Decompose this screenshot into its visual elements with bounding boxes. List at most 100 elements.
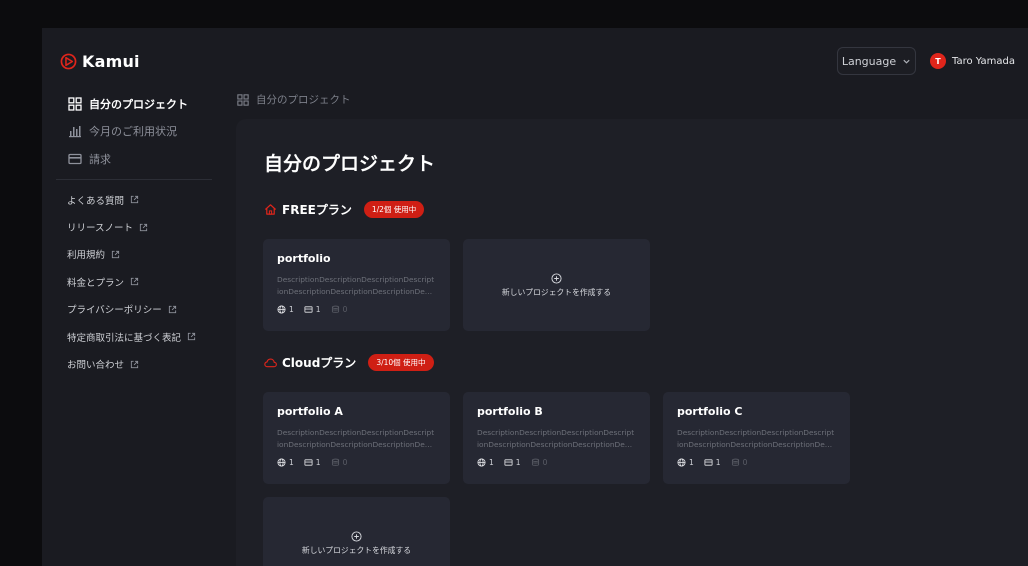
sidebar-link-commercial-law[interactable]: 特定商取引法に基づく表記 — [67, 323, 196, 350]
page-title: 自分のプロジェクト — [264, 153, 436, 175]
domain-count: 1 — [289, 305, 294, 314]
database-stat: 0 — [331, 458, 348, 467]
bar-chart-icon — [69, 126, 81, 138]
project-stats: 1 1 0 — [477, 458, 557, 467]
sidebar-link-label: よくある質問 — [67, 195, 125, 207]
sidebar-link-label: 利用規約 — [67, 250, 106, 262]
sidebar-nav: 自分のプロジェクト 今月のご利用状況 請求 — [68, 90, 218, 173]
new-project-label: 新しいプロジェクトを作成する — [301, 545, 412, 555]
sidebar-link-label: リリースノート — [67, 223, 134, 235]
domain-stat: 1 — [477, 458, 494, 467]
plus-circle-icon — [351, 530, 362, 542]
sidebar-link-privacy[interactable]: プライバシーポリシー — [67, 296, 196, 323]
domain-stat: 1 — [277, 458, 294, 467]
database-stat: 0 — [531, 458, 548, 467]
project-card[interactable]: portfolio DescriptionDescriptionDescript… — [263, 239, 450, 331]
sidebar-item-billing[interactable]: 請求 — [68, 145, 218, 173]
kamui-logo-icon — [60, 53, 77, 70]
project-stats: 1 1 0 — [677, 458, 757, 467]
breadcrumb: 自分のプロジェクト — [237, 92, 351, 107]
server-icon — [304, 459, 313, 466]
sidebar-link-label: 特定商取引法に基づく表記 — [67, 332, 182, 344]
app-name: Kamui — [82, 52, 140, 71]
database-count: 0 — [342, 305, 348, 314]
usage-badge: 1/2個 使用中 — [363, 201, 425, 218]
project-description: DescriptionDescriptionDescriptionDescrip… — [277, 428, 435, 449]
server-count: 1 — [715, 458, 721, 467]
server-stat: 1 — [504, 458, 521, 467]
plan-header-cloud: Cloudプラン 3/10個 使用中 — [264, 354, 434, 371]
database-count: 0 — [742, 458, 748, 467]
database-icon — [331, 458, 339, 466]
plan-header-free: FREEプラン 1/2個 使用中 — [264, 201, 425, 218]
sidebar-link-label: プライバシーポリシー — [67, 305, 162, 317]
chevron-down-icon — [903, 59, 910, 64]
breadcrumb-label: 自分のプロジェクト — [256, 94, 351, 106]
external-link-icon — [130, 278, 139, 286]
plan-name: Cloudプラン — [282, 356, 357, 370]
database-count: 0 — [342, 458, 348, 467]
app-window: Kamui Language T Taro Yamada 自分のプロジェクト 今… — [42, 28, 1028, 566]
sidebar-links: よくある質問 リリースノート 利用規約 料金とプラン プライバシーポリシー 特定… — [67, 186, 196, 378]
project-stats: 1 1 0 — [277, 458, 357, 467]
project-card[interactable]: portfolio A DescriptionDescriptionDescri… — [263, 392, 450, 484]
server-icon — [304, 306, 313, 313]
language-select[interactable]: Language — [837, 47, 916, 75]
server-count: 1 — [515, 458, 521, 467]
avatar: T — [930, 53, 946, 69]
project-card[interactable]: portfolio C DescriptionDescriptionDescri… — [663, 392, 850, 484]
project-description: DescriptionDescriptionDescriptionDescrip… — [477, 428, 635, 449]
sidebar-link-faq[interactable]: よくある質問 — [67, 186, 196, 213]
domain-stat: 1 — [277, 305, 294, 314]
sidebar-item-label: 自分のプロジェクト — [89, 97, 188, 111]
sidebar-link-pricing[interactable]: 料金とプラン — [67, 268, 196, 295]
external-link-icon — [168, 305, 176, 313]
sidebar-link-terms[interactable]: 利用規約 — [67, 241, 196, 268]
sidebar-item-my-projects[interactable]: 自分のプロジェクト — [68, 90, 218, 118]
external-link-icon — [130, 196, 139, 204]
domain-stat: 1 — [677, 458, 694, 467]
plan-name: FREEプラン — [282, 203, 352, 217]
domain-count: 1 — [689, 458, 694, 467]
database-stat: 0 — [331, 305, 348, 314]
sidebar-link-contact[interactable]: お問い合わせ — [67, 350, 196, 377]
globe-icon — [277, 305, 286, 314]
sidebar-item-label: 請求 — [89, 152, 111, 166]
database-icon — [731, 458, 739, 466]
globe-icon — [477, 458, 486, 467]
kamui-logo[interactable]: Kamui — [60, 52, 140, 71]
server-icon — [504, 459, 513, 466]
project-title: portfolio — [277, 252, 331, 265]
language-label: Language — [841, 54, 897, 68]
plus-circle-icon — [551, 272, 562, 284]
database-icon — [331, 305, 339, 313]
globe-icon — [677, 458, 686, 467]
server-count: 1 — [315, 305, 321, 314]
credit-card-icon — [68, 153, 82, 164]
cloud-icon — [264, 358, 277, 368]
sidebar-link-label: 料金とプラン — [67, 277, 125, 289]
new-project-button[interactable]: 新しいプロジェクトを作成する — [463, 239, 650, 331]
server-stat: 1 — [704, 458, 721, 467]
user-name: Taro Yamada — [952, 55, 1015, 67]
sidebar-link-release-notes[interactable]: リリースノート — [67, 213, 196, 240]
server-stat: 1 — [304, 458, 321, 467]
project-title: portfolio C — [677, 405, 743, 418]
sidebar-item-label: 今月のご利用状況 — [89, 125, 177, 139]
project-description: DescriptionDescriptionDescriptionDescrip… — [277, 275, 435, 296]
sidebar-item-usage[interactable]: 今月のご利用状況 — [68, 118, 218, 146]
globe-icon — [277, 458, 286, 467]
database-stat: 0 — [731, 458, 748, 467]
new-project-button[interactable]: 新しいプロジェクトを作成する — [263, 497, 450, 566]
domain-count: 1 — [289, 458, 294, 467]
database-count: 0 — [542, 458, 548, 467]
sidebar-divider — [56, 179, 212, 180]
external-link-icon — [111, 250, 120, 259]
user-menu[interactable]: T Taro Yamada — [930, 53, 1015, 69]
server-icon — [704, 459, 713, 466]
grid-icon — [68, 97, 82, 111]
project-card[interactable]: portfolio B DescriptionDescriptionDescri… — [463, 392, 650, 484]
project-title: portfolio B — [477, 405, 543, 418]
home-icon — [264, 204, 277, 215]
server-count: 1 — [315, 458, 321, 467]
